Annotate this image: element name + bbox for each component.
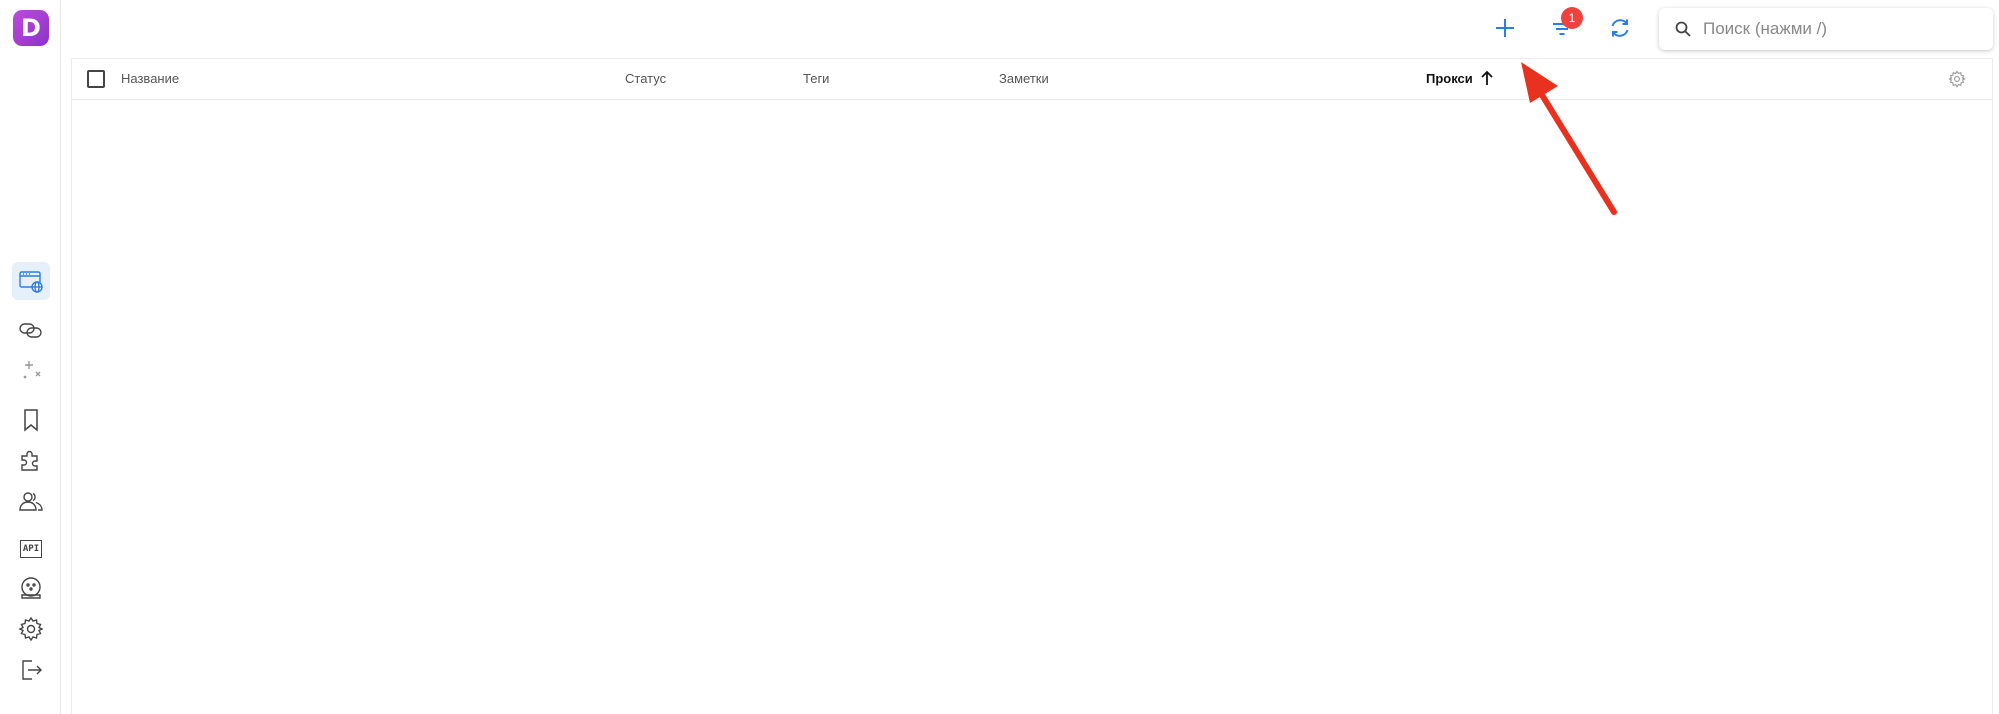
robot-icon bbox=[21, 577, 41, 599]
sidebar-item-users[interactable] bbox=[12, 482, 50, 520]
column-header-proxy[interactable]: Прокси bbox=[1426, 71, 1473, 86]
refresh-icon bbox=[1611, 19, 1629, 37]
sparkles-icon bbox=[23, 361, 41, 379]
sidebar-item-api[interactable]: API bbox=[12, 530, 50, 568]
bookmark-icon bbox=[24, 409, 38, 432]
sidebar-item-bookmarks[interactable] bbox=[12, 401, 50, 439]
users-icon bbox=[19, 492, 43, 511]
search-input[interactable] bbox=[1701, 18, 1985, 40]
extensions-icon bbox=[21, 450, 38, 471]
column-header-tags[interactable]: Теги bbox=[803, 71, 829, 86]
sidebar-item-browser-profiles[interactable] bbox=[12, 262, 50, 300]
sidebar-item-robot[interactable] bbox=[12, 569, 50, 607]
refresh-button[interactable] bbox=[1602, 10, 1638, 46]
column-header-status[interactable]: Статус bbox=[625, 71, 666, 86]
search-icon bbox=[1675, 21, 1691, 37]
select-all-checkbox[interactable] bbox=[87, 70, 105, 88]
add-profile-button[interactable] bbox=[1487, 10, 1523, 46]
sidebar-item-settings[interactable] bbox=[12, 610, 50, 648]
sidebar-item-sparkles[interactable] bbox=[12, 352, 50, 390]
sidebar-item-logout[interactable] bbox=[12, 651, 50, 689]
table-header: Название Статус Теги Заметки Прокси bbox=[72, 59, 1992, 100]
profiles-table: Название Статус Теги Заметки Прокси bbox=[71, 58, 1993, 714]
gear-icon bbox=[18, 616, 44, 642]
search-box bbox=[1659, 8, 1993, 50]
sidebar: D API bbox=[0, 0, 61, 714]
api-label: API bbox=[22, 544, 40, 554]
column-header-notes[interactable]: Заметки bbox=[999, 71, 1049, 86]
table-settings-icon[interactable] bbox=[1948, 70, 1966, 88]
sort-ascending-icon[interactable] bbox=[1479, 69, 1495, 87]
plus-icon bbox=[1496, 19, 1514, 37]
filter-count-badge: 1 bbox=[1561, 7, 1583, 29]
table-body bbox=[72, 100, 1992, 714]
links-icon bbox=[19, 323, 42, 338]
sidebar-item-extensions[interactable] bbox=[12, 441, 50, 479]
api-icon: API bbox=[20, 540, 42, 558]
logout-icon bbox=[22, 660, 42, 680]
browser-profiles-icon bbox=[19, 271, 43, 293]
sidebar-item-links[interactable] bbox=[12, 311, 50, 349]
logo-letter: D bbox=[21, 14, 41, 42]
app-logo[interactable]: D bbox=[13, 10, 49, 46]
column-header-name[interactable]: Название bbox=[121, 71, 179, 86]
